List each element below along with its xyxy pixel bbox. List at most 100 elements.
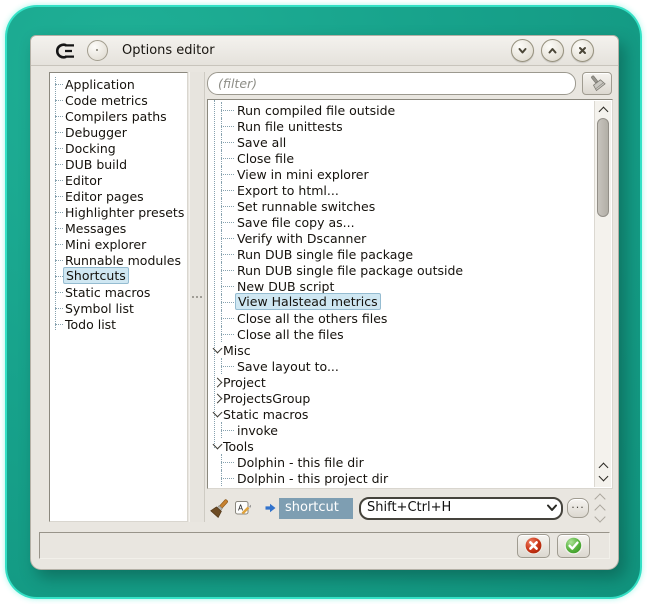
clear-filter-button[interactable] xyxy=(582,72,612,95)
shortcut-value-combobox xyxy=(359,497,563,520)
shortcut-editor-toolbar: A shortcut ... xyxy=(207,493,613,523)
cancel-button[interactable] xyxy=(517,534,550,558)
tree-item-label: Close file xyxy=(237,151,294,166)
tree-connector xyxy=(221,326,237,342)
sidebar-item[interactable]: Compilers paths xyxy=(50,108,187,124)
tree-connector xyxy=(221,470,237,486)
tree-row[interactable]: Export to html... xyxy=(208,182,595,198)
edit-value-button[interactable]: A xyxy=(231,495,255,521)
splitter-handle[interactable] xyxy=(189,72,205,522)
sidebar-item[interactable]: Application xyxy=(50,76,187,92)
chevron-down-icon xyxy=(546,504,558,512)
tree-item-label: Run compiled file outside xyxy=(237,103,395,118)
sidebar-item[interactable]: Messages xyxy=(50,220,187,236)
tree-item-label: Run DUB single file package outside xyxy=(237,263,463,278)
sidebar-item[interactable]: Todo list xyxy=(50,316,187,332)
tree-row[interactable]: ProjectsGroup xyxy=(208,390,595,406)
brush-icon xyxy=(588,74,607,93)
tree-connector xyxy=(221,358,237,374)
tree-connector xyxy=(55,204,65,220)
clean-button[interactable] xyxy=(207,495,231,521)
roll-down-button[interactable] xyxy=(511,39,534,62)
sidebar-item[interactable]: Docking xyxy=(50,140,187,156)
tree-row[interactable]: Save all xyxy=(208,134,595,150)
roll-up-button[interactable] xyxy=(541,39,564,62)
tree-connector xyxy=(221,310,237,326)
tree-row[interactable]: Static macros xyxy=(208,406,595,422)
expand-arrow-open-icon[interactable] xyxy=(211,444,223,448)
chevron-up-icon[interactable] xyxy=(594,493,605,504)
expand-arrow-open-icon[interactable] xyxy=(211,348,223,352)
sidebar-item[interactable]: Highlighter presets xyxy=(50,204,187,220)
tree-row[interactable]: Set runnable switches xyxy=(208,198,595,214)
tree-connector xyxy=(221,182,237,198)
options-editor-window: Options editor ApplicationCode metricsCo… xyxy=(30,35,619,570)
sidebar-item-label: Static macros xyxy=(65,285,150,300)
tree-row[interactable]: Close all the others files xyxy=(208,310,595,326)
sidebar-item-label: DUB build xyxy=(65,157,127,172)
shortcuts-tree[interactable]: Run compiled file outsideRun file unitte… xyxy=(207,99,613,489)
tree-item-label: Save file copy as... xyxy=(237,215,355,230)
tree-row[interactable]: Project xyxy=(208,374,595,390)
sidebar-item-label: Compilers paths xyxy=(65,109,167,124)
tree-row[interactable]: Dolphin - this file dir xyxy=(208,454,595,470)
scroll-down-button[interactable] xyxy=(595,472,611,484)
scroll-up-button[interactable] xyxy=(595,102,611,116)
tree-item-label: New DUB script xyxy=(237,279,334,294)
tree-row[interactable]: Verify with Dscanner xyxy=(208,230,595,246)
expand-arrow-closed-icon[interactable] xyxy=(211,395,223,402)
tree-connector xyxy=(221,166,237,182)
sidebar-item[interactable]: Code metrics xyxy=(50,92,187,108)
tree-row[interactable]: Tools xyxy=(208,438,595,454)
chevron-down-icon[interactable] xyxy=(594,511,605,522)
filter-input[interactable] xyxy=(207,72,576,95)
tree-row[interactable]: Close all the files xyxy=(208,326,595,342)
tree-row[interactable]: Close file xyxy=(208,150,595,166)
combobox-dropdown-button[interactable] xyxy=(543,499,561,518)
tree-scrollbar[interactable] xyxy=(594,101,611,487)
shortcut-value-input[interactable] xyxy=(361,500,543,516)
sidebar-item[interactable]: Shortcuts xyxy=(50,268,187,284)
tree-row[interactable]: Dolphin - this project dir xyxy=(208,470,595,486)
shortcuts-panel: Run compiled file outsideRun file unitte… xyxy=(207,72,613,523)
sidebar-item-label: Highlighter presets xyxy=(65,205,184,220)
tree-row[interactable]: Save layout to... xyxy=(208,358,595,374)
accept-button[interactable] xyxy=(557,534,590,558)
property-spin-buttons xyxy=(596,495,604,521)
expand-arrow-open-icon[interactable] xyxy=(211,412,223,416)
tree-row[interactable]: Run DUB single file package outside xyxy=(208,262,595,278)
tree-row[interactable]: Run file unittests xyxy=(208,118,595,134)
tree-connector xyxy=(221,230,237,246)
tree-row[interactable]: Run compiled file outside xyxy=(208,102,595,118)
tree-row[interactable]: New DUB script xyxy=(208,278,595,294)
tree-row[interactable]: Run DUB single file package xyxy=(208,246,595,262)
tree-connector xyxy=(55,284,65,300)
close-button[interactable] xyxy=(571,39,594,62)
sidebar-item[interactable]: Runnable modules xyxy=(50,252,187,268)
scroll-up-button-secondary[interactable] xyxy=(595,459,611,471)
tree-connector xyxy=(55,76,65,92)
tree-row[interactable]: Misc xyxy=(208,342,595,358)
sidebar-item-label: Todo list xyxy=(65,317,116,332)
sidebar-item[interactable]: Debugger xyxy=(50,124,187,140)
category-list[interactable]: ApplicationCode metricsCompilers pathsDe… xyxy=(49,72,188,522)
more-options-button[interactable]: ... xyxy=(567,498,589,518)
sidebar-item[interactable]: Editor xyxy=(50,172,187,188)
tree-row[interactable]: View Halstead metrics xyxy=(208,294,595,310)
sidebar-item[interactable]: Mini explorer xyxy=(50,236,187,252)
sidebar-item[interactable]: Static macros xyxy=(50,284,187,300)
sidebar-item[interactable]: Editor pages xyxy=(50,188,187,204)
tree-item-label: Dolphin - this project dir xyxy=(237,471,388,486)
tree-connector xyxy=(55,140,65,156)
close-icon xyxy=(576,44,589,57)
tree-row[interactable]: invoke xyxy=(208,422,595,438)
tree-connector xyxy=(221,294,237,310)
scrollbar-thumb[interactable] xyxy=(597,118,609,217)
sidebar-item[interactable]: Symbol list xyxy=(50,300,187,316)
window-menu-button[interactable] xyxy=(87,40,108,61)
tree-row[interactable]: View in mini explorer xyxy=(208,166,595,182)
sidebar-item[interactable]: DUB build xyxy=(50,156,187,172)
tree-connector xyxy=(55,188,65,204)
expand-arrow-closed-icon[interactable] xyxy=(211,379,223,386)
tree-row[interactable]: Save file copy as... xyxy=(208,214,595,230)
